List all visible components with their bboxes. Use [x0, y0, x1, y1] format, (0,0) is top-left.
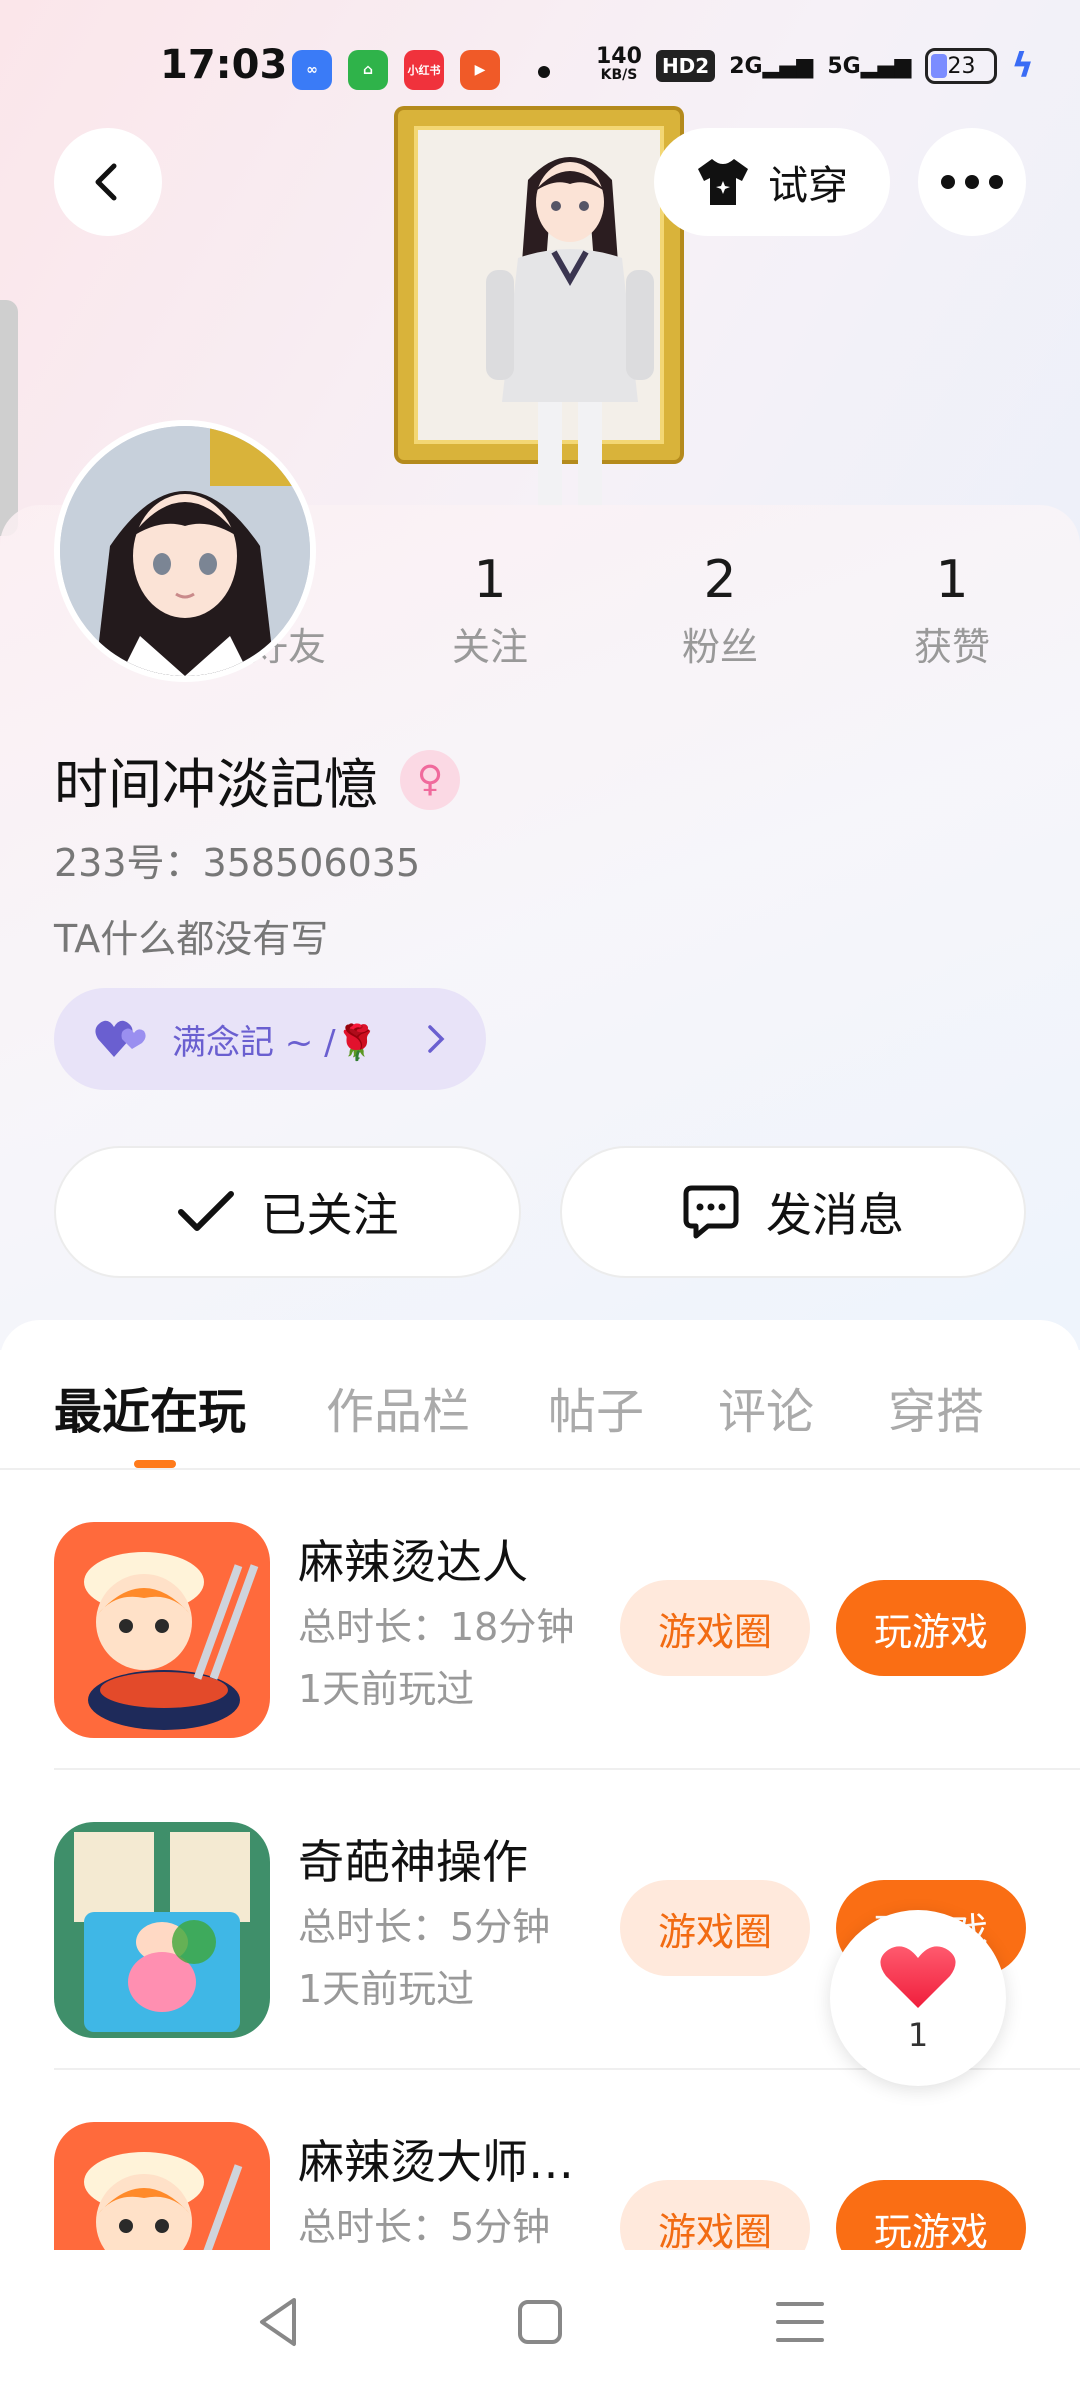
game-last-played: 1天前玩过	[298, 1967, 475, 2011]
content-sheet: 最近在玩 作品栏 帖子 评论 穿搭 麻辣烫达人 总时长：18分钟 1天前玩过 游…	[0, 1320, 1080, 2250]
stat-followers-count: 2	[703, 550, 737, 610]
game-play-duration: 总时长：5分钟	[298, 2205, 551, 2249]
network-speed: 140 KB/S	[596, 44, 642, 84]
system-navigation-bar	[0, 2250, 1080, 2400]
more-dots-icon	[941, 175, 1003, 189]
battery-icon: 23	[925, 48, 998, 84]
stat-likes-label: 获赞	[913, 625, 990, 669]
username: 时间冲淡記憶	[54, 753, 378, 816]
malatang-master-icon	[54, 2122, 270, 2250]
try-on-button[interactable]: 试穿	[654, 128, 890, 236]
stat-following-label: 关注	[451, 625, 528, 669]
game-last-played: 1天前玩过	[298, 1667, 475, 1711]
notification-dot-icon	[538, 66, 550, 78]
profile-tabs: 最近在玩 作品栏 帖子 评论 穿搭	[0, 1320, 1080, 1470]
xiaohongshu-app-icon: 小红书	[404, 50, 444, 90]
relationship-tag-text: 满念記 ~ /🌹	[172, 1022, 378, 1063]
signal-5g-icon: 5G▂▄▆	[827, 53, 912, 79]
nav-back-icon[interactable]	[250, 2292, 310, 2352]
game-icon[interactable]	[54, 1522, 270, 1738]
game-name: 奇葩神操作	[298, 1835, 528, 1889]
network-speed-value: 140	[596, 44, 642, 69]
user-bio: TA什么都没有写	[54, 917, 329, 961]
more-options-button[interactable]	[918, 128, 1026, 236]
game-circle-button[interactable]: 游戏圈	[620, 1880, 810, 1976]
active-tab-indicator	[134, 1460, 176, 1468]
avatar-image	[60, 426, 310, 676]
stat-followers[interactable]: 2 粉丝	[640, 550, 800, 671]
username-row: 时间冲淡記憶 ♀	[54, 740, 460, 819]
status-indicators: 140 KB/S HD2 2G▂▄▆ 5G▂▄▆ 23 ϟ	[596, 44, 1034, 87]
list-item[interactable]: 麻辣烫大师… 总时长：5分钟 游戏圈 玩游戏	[0, 2070, 1080, 2250]
stat-following[interactable]: 1 关注	[410, 550, 570, 671]
charging-icon: ϟ	[1011, 46, 1034, 86]
tab-recently-played[interactable]: 最近在玩	[54, 1372, 246, 1442]
status-app-icons: ∞ ⌂ 小红书 ▶	[292, 50, 500, 90]
play-game-button[interactable]: 玩游戏	[836, 2180, 1026, 2250]
game-name: 麻辣烫大师…	[298, 2135, 574, 2189]
chevron-right-icon	[428, 1025, 445, 1053]
like-count: 1	[907, 2016, 929, 2054]
game-play-duration: 总时长：18分钟	[298, 1605, 575, 1649]
nav-home-icon[interactable]	[510, 2292, 570, 2352]
game-circle-button[interactable]: 游戏圈	[620, 2180, 810, 2250]
followed-button[interactable]: 已关注	[54, 1146, 521, 1278]
back-button[interactable]	[54, 128, 162, 236]
status-time: 17:03	[160, 42, 288, 88]
game-circle-button[interactable]: 游戏圈	[620, 1580, 810, 1676]
stat-likes-count: 1	[935, 550, 969, 610]
chat-bubble-icon	[683, 1185, 739, 1239]
game-icon[interactable]	[54, 2122, 270, 2250]
female-gender-icon: ♀	[400, 749, 460, 810]
like-float-button[interactable]: 1	[830, 1910, 1006, 2086]
game-name: 麻辣烫达人	[298, 1535, 528, 1589]
stat-following-count: 1	[473, 550, 507, 610]
shopping-app-icon: ⌂	[348, 50, 388, 90]
tab-outfits[interactable]: 穿搭	[888, 1372, 984, 1442]
try-on-label: 试穿	[768, 163, 848, 209]
chevron-left-icon	[95, 163, 117, 201]
signal-2g-label: 2G	[729, 53, 763, 79]
avatar[interactable]	[54, 420, 316, 682]
network-speed-unit: KB/S	[600, 67, 638, 83]
play-game-button[interactable]: 玩游戏	[836, 1580, 1026, 1676]
checkmark-icon	[177, 1191, 234, 1231]
send-message-label: 发消息	[766, 1188, 904, 1242]
tab-posts[interactable]: 帖子	[548, 1372, 644, 1442]
avatar-3d-figure[interactable]	[470, 140, 670, 506]
nav-menu-icon[interactable]	[770, 2292, 830, 2352]
avatar-portrait	[60, 426, 310, 676]
tab-comments[interactable]: 评论	[718, 1372, 814, 1442]
stat-likes[interactable]: 1 获赞	[872, 550, 1032, 671]
infinity-app-icon: ∞	[292, 50, 332, 90]
hd-voice-icon: HD2	[655, 50, 716, 82]
relationship-tag-button[interactable]: 满念記 ~ /🌹	[54, 988, 486, 1090]
heart-icon	[880, 1946, 956, 2008]
game-play-duration: 总时长：5分钟	[298, 1905, 551, 1949]
signal-5g-label: 5G	[827, 53, 861, 79]
video-app-icon: ▶	[460, 50, 500, 90]
malatang-chef-icon	[54, 1522, 270, 1738]
side-drawer-handle[interactable]	[0, 300, 18, 536]
battery-level: 23	[947, 53, 976, 79]
stat-followers-label: 粉丝	[681, 625, 758, 669]
game-icon[interactable]	[54, 1822, 270, 2038]
user-id: 233号：358506035	[54, 841, 421, 885]
list-item[interactable]: 麻辣烫达人 总时长：18分钟 1天前玩过 游戏圈 玩游戏	[0, 1470, 1080, 1770]
followed-label: 已关注	[260, 1188, 399, 1242]
weird-operation-game-icon	[54, 1822, 270, 2038]
double-heart-icon	[95, 1020, 146, 1057]
signal-2g-icon: 2G▂▄▆	[729, 53, 814, 79]
tshirt-icon	[698, 159, 748, 205]
tab-works[interactable]: 作品栏	[326, 1372, 470, 1442]
send-message-button[interactable]: 发消息	[560, 1146, 1026, 1278]
